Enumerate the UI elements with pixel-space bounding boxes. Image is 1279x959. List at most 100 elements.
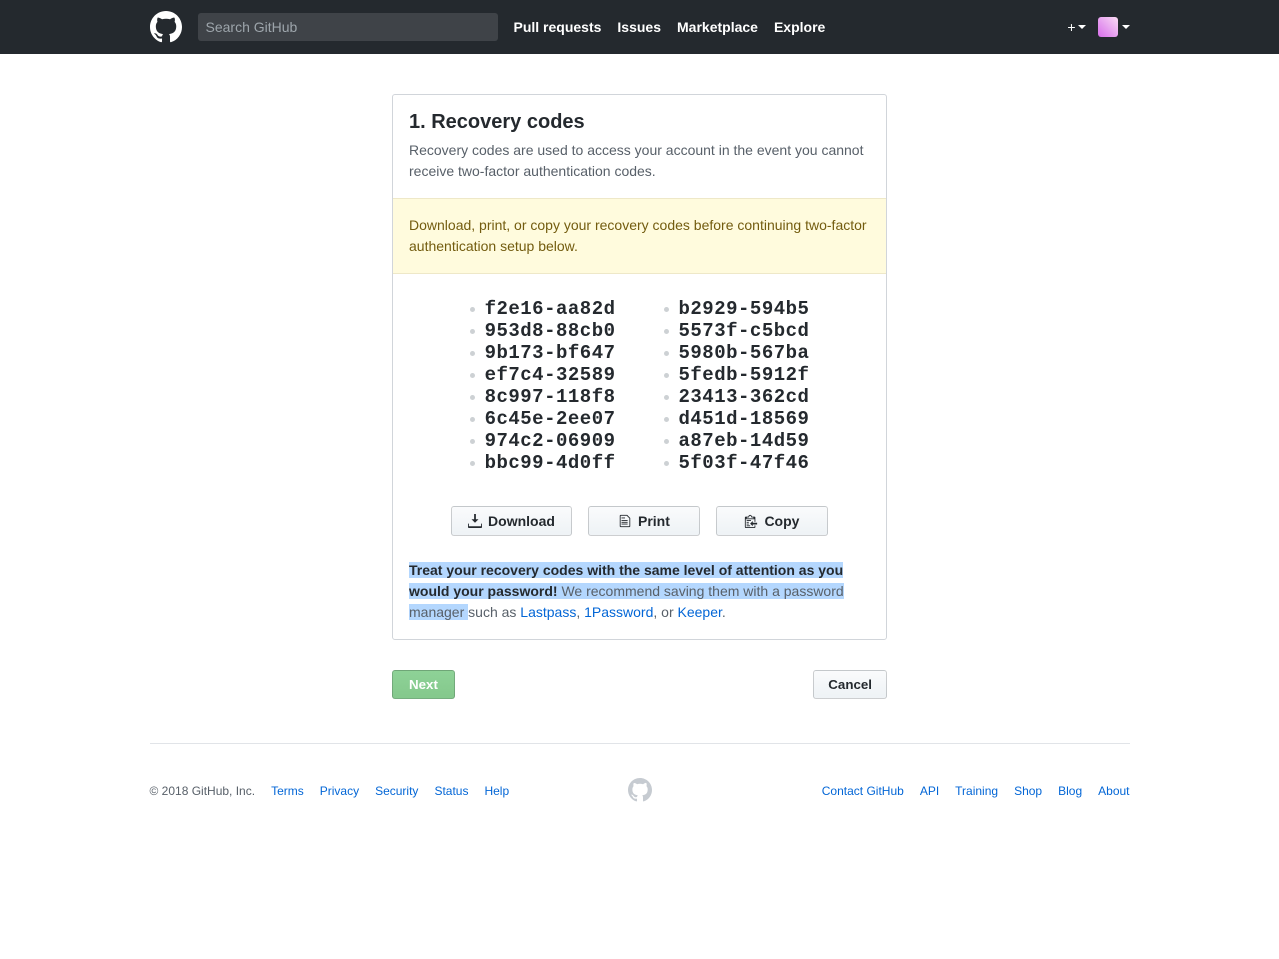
footer-right: Contact GitHub API Training Shop Blog Ab… bbox=[822, 784, 1130, 798]
link-1password[interactable]: 1Password bbox=[584, 604, 653, 620]
nav-issues[interactable]: Issues bbox=[617, 19, 661, 35]
next-button[interactable]: Next bbox=[392, 670, 455, 699]
cancel-button[interactable]: Cancel bbox=[813, 670, 887, 699]
recovery-code: 974c2-06909 bbox=[470, 430, 616, 452]
code-value: a87eb-14d59 bbox=[679, 430, 810, 452]
footer-link-training[interactable]: Training bbox=[955, 784, 998, 798]
header-inner: Pull requests Issues Marketplace Explore… bbox=[150, 11, 1130, 43]
code-value: ef7c4-32589 bbox=[485, 364, 616, 386]
create-new-dropdown[interactable]: + bbox=[1067, 19, 1085, 35]
nav-links: Pull requests Issues Marketplace Explore bbox=[514, 19, 826, 35]
code-value: 5f03f-47f46 bbox=[679, 452, 810, 474]
form-actions: Next Cancel bbox=[392, 670, 887, 699]
note-text: such as bbox=[468, 604, 520, 620]
bullet-icon bbox=[664, 395, 669, 400]
site-footer: © 2018 GitHub, Inc. Terms Privacy Securi… bbox=[150, 743, 1130, 798]
bullet-icon bbox=[470, 329, 475, 334]
nav-marketplace[interactable]: Marketplace bbox=[677, 19, 758, 35]
footer-link-status[interactable]: Status bbox=[434, 784, 468, 798]
code-value: b2929-594b5 bbox=[679, 298, 810, 320]
codes-col-right: b2929-594b5 5573f-c5bcd 5980b-567ba 5fed… bbox=[664, 298, 810, 474]
code-value: d451d-18569 bbox=[679, 408, 810, 430]
note-text: , bbox=[576, 604, 584, 620]
bullet-icon bbox=[470, 439, 475, 444]
bullet-icon bbox=[470, 461, 475, 466]
bullet-icon bbox=[664, 439, 669, 444]
code-value: 5573f-c5bcd bbox=[679, 320, 810, 342]
nav-explore[interactable]: Explore bbox=[774, 19, 825, 35]
print-button[interactable]: Print bbox=[588, 506, 700, 536]
code-value: 8c997-118f8 bbox=[485, 386, 616, 408]
recovery-code: 953d8-88cb0 bbox=[470, 320, 616, 342]
page-subtitle: Recovery codes are used to access your a… bbox=[409, 140, 870, 182]
footer-left: © 2018 GitHub, Inc. Terms Privacy Securi… bbox=[150, 784, 510, 798]
github-logo-icon[interactable] bbox=[150, 11, 182, 43]
code-value: 9b173-bf647 bbox=[485, 342, 616, 364]
codes-col-left: f2e16-aa82d 953d8-88cb0 9b173-bf647 ef7c… bbox=[470, 298, 616, 474]
code-actions-row: Download Print Copy bbox=[393, 506, 886, 560]
recovery-code: bbc99-4d0ff bbox=[470, 452, 616, 474]
recovery-code: b2929-594b5 bbox=[664, 298, 810, 320]
recovery-code: f2e16-aa82d bbox=[470, 298, 616, 320]
footer-link-help[interactable]: Help bbox=[484, 784, 509, 798]
recovery-codes-box: 1. Recovery codes Recovery codes are use… bbox=[392, 94, 887, 640]
link-keeper[interactable]: Keeper bbox=[678, 604, 722, 620]
bullet-icon bbox=[470, 351, 475, 356]
bullet-icon bbox=[664, 461, 669, 466]
recovery-code: 5573f-c5bcd bbox=[664, 320, 810, 342]
bullet-icon bbox=[470, 373, 475, 378]
nav-pull-requests[interactable]: Pull requests bbox=[514, 19, 602, 35]
footer-link-terms[interactable]: Terms bbox=[271, 784, 304, 798]
clipboard-icon bbox=[744, 514, 758, 528]
footer-logo[interactable] bbox=[628, 778, 652, 805]
recovery-code: a87eb-14d59 bbox=[664, 430, 810, 452]
bullet-icon bbox=[664, 329, 669, 334]
copy-label: Copy bbox=[764, 513, 799, 529]
recovery-code: 8c997-118f8 bbox=[470, 386, 616, 408]
main-container: 1. Recovery codes Recovery codes are use… bbox=[392, 94, 887, 640]
github-mark-icon bbox=[628, 778, 652, 802]
box-header: 1. Recovery codes Recovery codes are use… bbox=[393, 95, 886, 198]
avatar bbox=[1098, 17, 1118, 37]
code-value: 23413-362cd bbox=[679, 386, 810, 408]
plus-icon: + bbox=[1067, 19, 1075, 35]
file-icon bbox=[618, 514, 632, 528]
code-value: bbc99-4d0ff bbox=[485, 452, 616, 474]
footer-link-blog[interactable]: Blog bbox=[1058, 784, 1082, 798]
copy-button[interactable]: Copy bbox=[716, 506, 828, 536]
footer-link-contact[interactable]: Contact GitHub bbox=[822, 784, 904, 798]
search-input[interactable] bbox=[198, 13, 498, 41]
recovery-code: 9b173-bf647 bbox=[470, 342, 616, 364]
recovery-code: 5fedb-5912f bbox=[664, 364, 810, 386]
code-value: 974c2-06909 bbox=[485, 430, 616, 452]
note-text: . bbox=[722, 604, 726, 620]
footer-link-privacy[interactable]: Privacy bbox=[320, 784, 359, 798]
user-menu[interactable] bbox=[1098, 17, 1130, 37]
footer-link-security[interactable]: Security bbox=[375, 784, 418, 798]
codes-wrap: f2e16-aa82d 953d8-88cb0 9b173-bf647 ef7c… bbox=[393, 274, 886, 506]
bullet-icon bbox=[664, 351, 669, 356]
code-value: 5980b-567ba bbox=[679, 342, 810, 364]
code-value: 6c45e-2ee07 bbox=[485, 408, 616, 430]
recovery-code: 6c45e-2ee07 bbox=[470, 408, 616, 430]
download-label: Download bbox=[488, 513, 555, 529]
download-button[interactable]: Download bbox=[451, 506, 572, 536]
download-icon bbox=[468, 514, 482, 528]
code-value: f2e16-aa82d bbox=[485, 298, 616, 320]
bullet-icon bbox=[664, 417, 669, 422]
security-note: Treat your recovery codes with the same … bbox=[393, 560, 886, 639]
warning-banner: Download, print, or copy your recovery c… bbox=[393, 198, 886, 274]
footer-link-about[interactable]: About bbox=[1098, 784, 1129, 798]
bullet-icon bbox=[470, 395, 475, 400]
bullet-icon bbox=[664, 307, 669, 312]
recovery-code: 23413-362cd bbox=[664, 386, 810, 408]
print-label: Print bbox=[638, 513, 670, 529]
recovery-code: d451d-18569 bbox=[664, 408, 810, 430]
bullet-icon bbox=[664, 373, 669, 378]
bullet-icon bbox=[470, 417, 475, 422]
link-lastpass[interactable]: Lastpass bbox=[520, 604, 576, 620]
footer-link-api[interactable]: API bbox=[920, 784, 939, 798]
copyright: © 2018 GitHub, Inc. bbox=[150, 784, 256, 798]
footer-link-shop[interactable]: Shop bbox=[1014, 784, 1042, 798]
note-text: , or bbox=[653, 604, 677, 620]
